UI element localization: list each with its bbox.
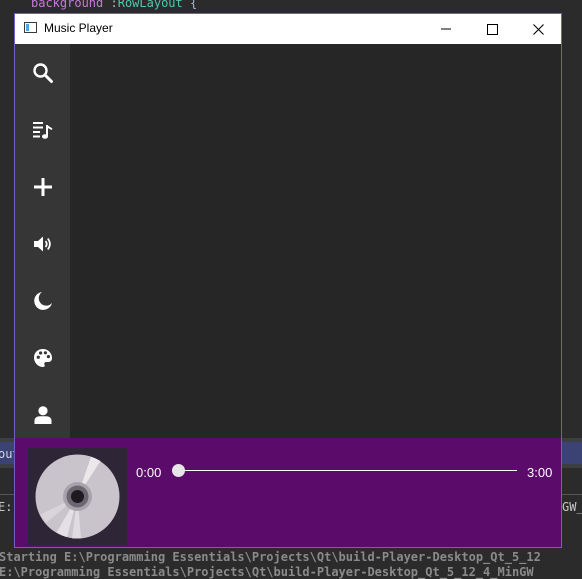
palette-icon	[33, 348, 52, 367]
theme-button[interactable]	[15, 329, 70, 386]
code-brace: {	[189, 0, 198, 10]
ide-code-line: background :RowLayout {	[31, 0, 197, 10]
add-button[interactable]	[15, 158, 70, 215]
music-player-window: Music Player 0:00 3:00	[14, 13, 562, 548]
ide-output-line: Starting E:\Programming Essentials\Proje…	[0, 550, 541, 564]
app-icon	[24, 22, 37, 33]
moon-icon	[33, 291, 52, 310]
sidebar	[15, 44, 70, 438]
volume-icon	[33, 236, 51, 251]
ide-editor-background: background :RowLayout {	[0, 0, 582, 13]
add-icon	[33, 177, 52, 196]
current-time: 0:00	[136, 465, 162, 480]
search-button[interactable]	[15, 44, 70, 101]
code-separator: :	[110, 0, 118, 10]
player-bar: 0:00 3:00	[15, 438, 561, 547]
seek-handle[interactable]	[172, 464, 185, 477]
album-art	[28, 448, 127, 545]
seek-track	[172, 470, 517, 471]
close-button[interactable]	[515, 14, 561, 44]
seek-slider[interactable]	[172, 463, 517, 479]
main-content-area	[70, 44, 561, 438]
maximize-button[interactable]	[469, 14, 515, 44]
ide-panel-right-fragment: GW_	[562, 500, 582, 514]
code-type: RowLayout	[117, 0, 183, 10]
code-keyword: background	[31, 0, 104, 10]
search-icon	[32, 62, 53, 83]
cd-disc-icon	[35, 454, 120, 539]
account-button[interactable]	[15, 386, 70, 443]
ide-panel-left-fragment: E:	[0, 500, 13, 514]
ide-output-line: E:\Programming Essentials\Projects\Qt\bu…	[0, 565, 534, 579]
minimize-button[interactable]	[423, 14, 469, 44]
playlist-button[interactable]	[15, 101, 70, 158]
minimize-icon	[441, 28, 451, 30]
night-mode-button[interactable]	[15, 272, 70, 329]
volume-button[interactable]	[15, 215, 70, 272]
title-bar[interactable]: Music Player	[15, 14, 561, 44]
playlist-icon	[32, 121, 52, 139]
maximize-icon	[486, 23, 498, 35]
total-time: 3:00	[527, 465, 553, 480]
user-icon	[34, 405, 51, 424]
close-icon	[532, 23, 544, 35]
window-title: Music Player	[44, 21, 113, 35]
